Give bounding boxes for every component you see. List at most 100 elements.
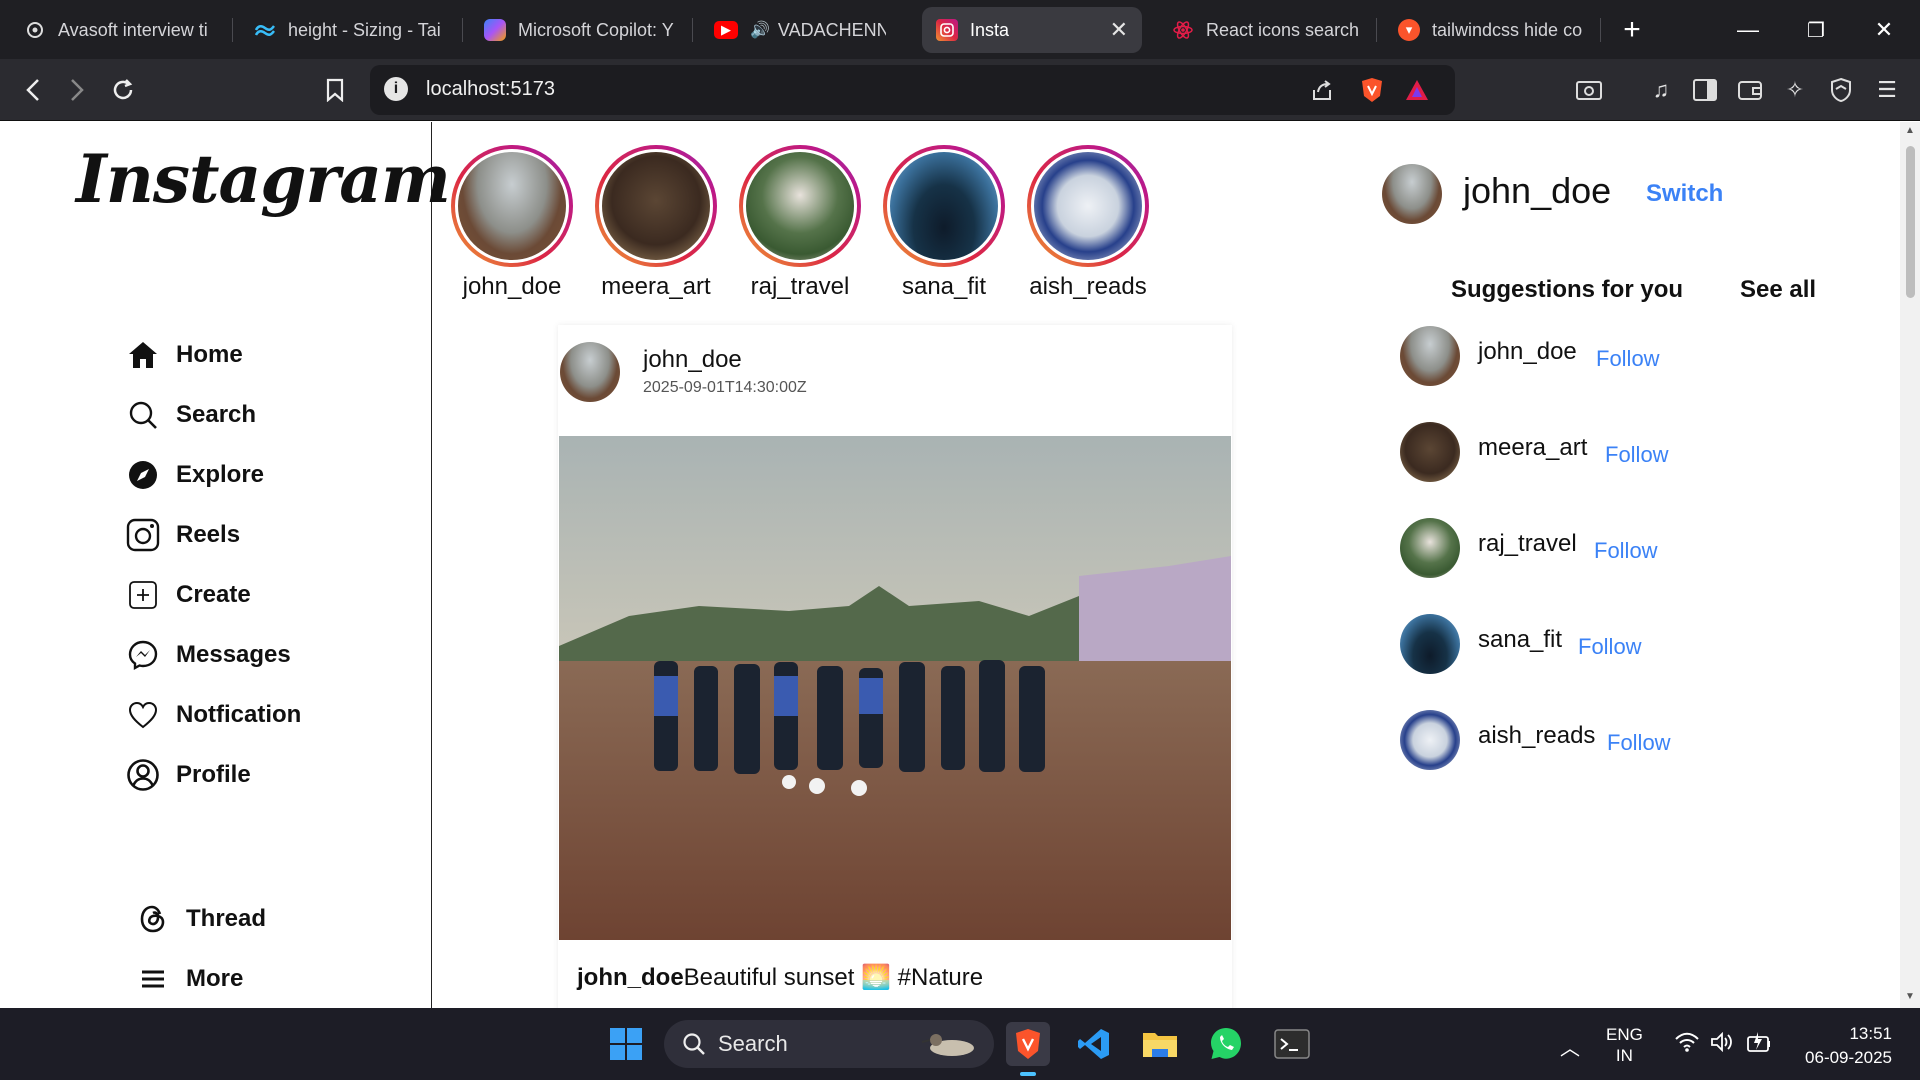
- tab-youtube[interactable]: ▶ 🔊 VADACHENNAI: [700, 7, 900, 53]
- suggestion-item: raj_travel Follow: [1400, 518, 1800, 580]
- post-image[interactable]: [559, 436, 1231, 940]
- story-item[interactable]: aish_reads: [1027, 145, 1149, 301]
- restore-icon[interactable]: ❐: [1796, 10, 1836, 50]
- current-user-name[interactable]: john_doe: [1463, 170, 1611, 212]
- taskbar: Search ︿ ENG IN 13:51 06-09-2025: [0, 1008, 1920, 1080]
- tab-tailwind-height[interactable]: height - Sizing - Tai: [240, 7, 460, 53]
- post-timestamp: 2025-09-01T14:30:00Z: [643, 379, 807, 396]
- suggestion-username[interactable]: sana_fit: [1478, 626, 1562, 654]
- sidebar: Instagram Home Search Explore Reels Crea…: [0, 122, 451, 1008]
- menu-icon[interactable]: ☰: [1870, 73, 1904, 107]
- sidebar-item-search[interactable]: Search: [126, 398, 256, 432]
- story-item[interactable]: meera_art: [595, 145, 717, 301]
- suggestion-username[interactable]: john_doe: [1478, 338, 1577, 366]
- scrollbar-thumb[interactable]: [1906, 146, 1915, 298]
- chevron-up-icon[interactable]: ︿: [1560, 1032, 1580, 1061]
- sidebar-item-label: Create: [176, 581, 251, 608]
- scroll-down-icon[interactable]: ▼: [1904, 992, 1916, 1002]
- new-tab-icon[interactable]: +: [1612, 10, 1652, 50]
- close-tab-icon[interactable]: ✕: [1110, 17, 1128, 43]
- follow-button[interactable]: Follow: [1596, 346, 1660, 372]
- story-item[interactable]: raj_travel: [739, 145, 861, 301]
- leo-ai-icon[interactable]: ✧: [1778, 73, 1812, 107]
- follow-button[interactable]: Follow: [1607, 730, 1671, 756]
- tab-avasoft[interactable]: Avasoft interview ti: [10, 7, 232, 53]
- follow-button[interactable]: Follow: [1605, 442, 1669, 468]
- sidebar-item-explore[interactable]: Explore: [126, 458, 264, 492]
- suggestion-username[interactable]: raj_travel: [1478, 530, 1577, 558]
- battery-icon[interactable]: [1746, 1030, 1772, 1059]
- post-username[interactable]: john_doe: [643, 346, 742, 374]
- suggestion-username[interactable]: meera_art: [1478, 434, 1587, 462]
- suggestion-avatar[interactable]: [1400, 518, 1460, 578]
- tab-tailwind-hide[interactable]: ▾ tailwindcss hide co: [1384, 7, 1596, 53]
- switch-account-button[interactable]: Switch: [1646, 180, 1723, 208]
- bookmark-icon[interactable]: [316, 71, 354, 109]
- language-indicator[interactable]: ENG IN: [1606, 1024, 1643, 1066]
- speaker-icon[interactable]: 🔊: [750, 20, 770, 40]
- back-icon[interactable]: [14, 71, 52, 109]
- post-avatar[interactable]: [560, 342, 620, 402]
- sidebar-item-messages[interactable]: Messages: [126, 638, 291, 672]
- sidebar-toggle-icon[interactable]: [1688, 73, 1722, 107]
- suggestion-avatar[interactable]: [1400, 326, 1460, 386]
- suggestion-avatar[interactable]: [1400, 710, 1460, 770]
- current-user-avatar[interactable]: [1382, 164, 1442, 224]
- vpn-icon[interactable]: [1824, 73, 1858, 107]
- whatsapp-icon[interactable]: [1204, 1022, 1248, 1066]
- brave-rewards-icon[interactable]: [1400, 73, 1434, 107]
- instagram-logo[interactable]: Instagram: [76, 140, 451, 218]
- tab-copilot[interactable]: Microsoft Copilot: Y: [470, 7, 690, 53]
- clock[interactable]: 13:51 06-09-2025: [1796, 1022, 1892, 1070]
- page-scrollbar[interactable]: ▲ ▼: [1900, 122, 1920, 1008]
- sidebar-item-create[interactable]: Create: [126, 578, 251, 612]
- share-icon[interactable]: [1305, 73, 1339, 107]
- file-explorer-icon[interactable]: [1138, 1022, 1182, 1066]
- volume-icon[interactable]: [1710, 1031, 1734, 1057]
- close-window-icon[interactable]: ✕: [1864, 10, 1904, 50]
- sidebar-item-thread[interactable]: Thread: [136, 902, 266, 936]
- terminal-icon[interactable]: [1270, 1022, 1314, 1066]
- scroll-up-icon[interactable]: ▲: [1904, 126, 1916, 136]
- forward-icon[interactable]: [58, 71, 96, 109]
- wallet-icon[interactable]: [1733, 73, 1767, 107]
- sidebar-item-profile[interactable]: Profile: [126, 758, 251, 792]
- minimize-icon[interactable]: —: [1728, 10, 1768, 50]
- url-field[interactable]: i localhost:5173: [370, 65, 1455, 115]
- suggestion-avatar[interactable]: [1400, 422, 1460, 482]
- sidebar-item-reels[interactable]: Reels: [126, 518, 240, 552]
- taskbar-search[interactable]: Search: [664, 1020, 994, 1068]
- follow-button[interactable]: Follow: [1594, 538, 1658, 564]
- sidebar-item-notification[interactable]: Notfication: [126, 698, 301, 732]
- story-item[interactable]: sana_fit: [883, 145, 1005, 301]
- sidebar-item-home[interactable]: Home: [126, 338, 243, 372]
- brave-shields-icon[interactable]: [1355, 73, 1389, 107]
- caption-username[interactable]: john_doe: [577, 964, 684, 991]
- reader-mode-icon[interactable]: [1572, 73, 1606, 107]
- story-item[interactable]: john_doe: [451, 145, 573, 301]
- vscode-icon[interactable]: [1072, 1022, 1116, 1066]
- tab-title: Microsoft Copilot: Y: [518, 19, 674, 40]
- story-avatar: [599, 149, 713, 263]
- wifi-icon[interactable]: [1674, 1032, 1700, 1057]
- follow-button[interactable]: Follow: [1578, 634, 1642, 660]
- tab-title: Avasoft interview ti: [58, 19, 208, 40]
- suggestion-username[interactable]: aish_reads: [1478, 722, 1595, 750]
- windows-start-icon[interactable]: [604, 1022, 648, 1066]
- sidebar-item-label: Explore: [176, 461, 265, 488]
- site-info-icon[interactable]: i: [384, 77, 408, 101]
- see-all-link[interactable]: See all: [1740, 276, 1816, 304]
- story-ring: [1027, 145, 1149, 267]
- tab-react-icons[interactable]: React icons search: [1158, 7, 1376, 53]
- sidebar-item-label: Notfication: [176, 701, 302, 728]
- sidebar-item-more[interactable]: More: [136, 962, 243, 996]
- tab-title: tailwindcss hide co: [1432, 19, 1582, 40]
- brave-icon: ▾: [1398, 19, 1420, 41]
- tab-insta[interactable]: Insta ✕: [922, 7, 1142, 53]
- brave-taskbar-icon[interactable]: [1006, 1022, 1050, 1066]
- reload-icon[interactable]: [104, 71, 142, 109]
- suggestion-avatar[interactable]: [1400, 614, 1460, 674]
- post-caption: john_doeBeautiful sunset 🌅 #Nature: [577, 963, 983, 992]
- story-avatar: [743, 149, 857, 263]
- media-icon[interactable]: ♫: [1644, 73, 1678, 107]
